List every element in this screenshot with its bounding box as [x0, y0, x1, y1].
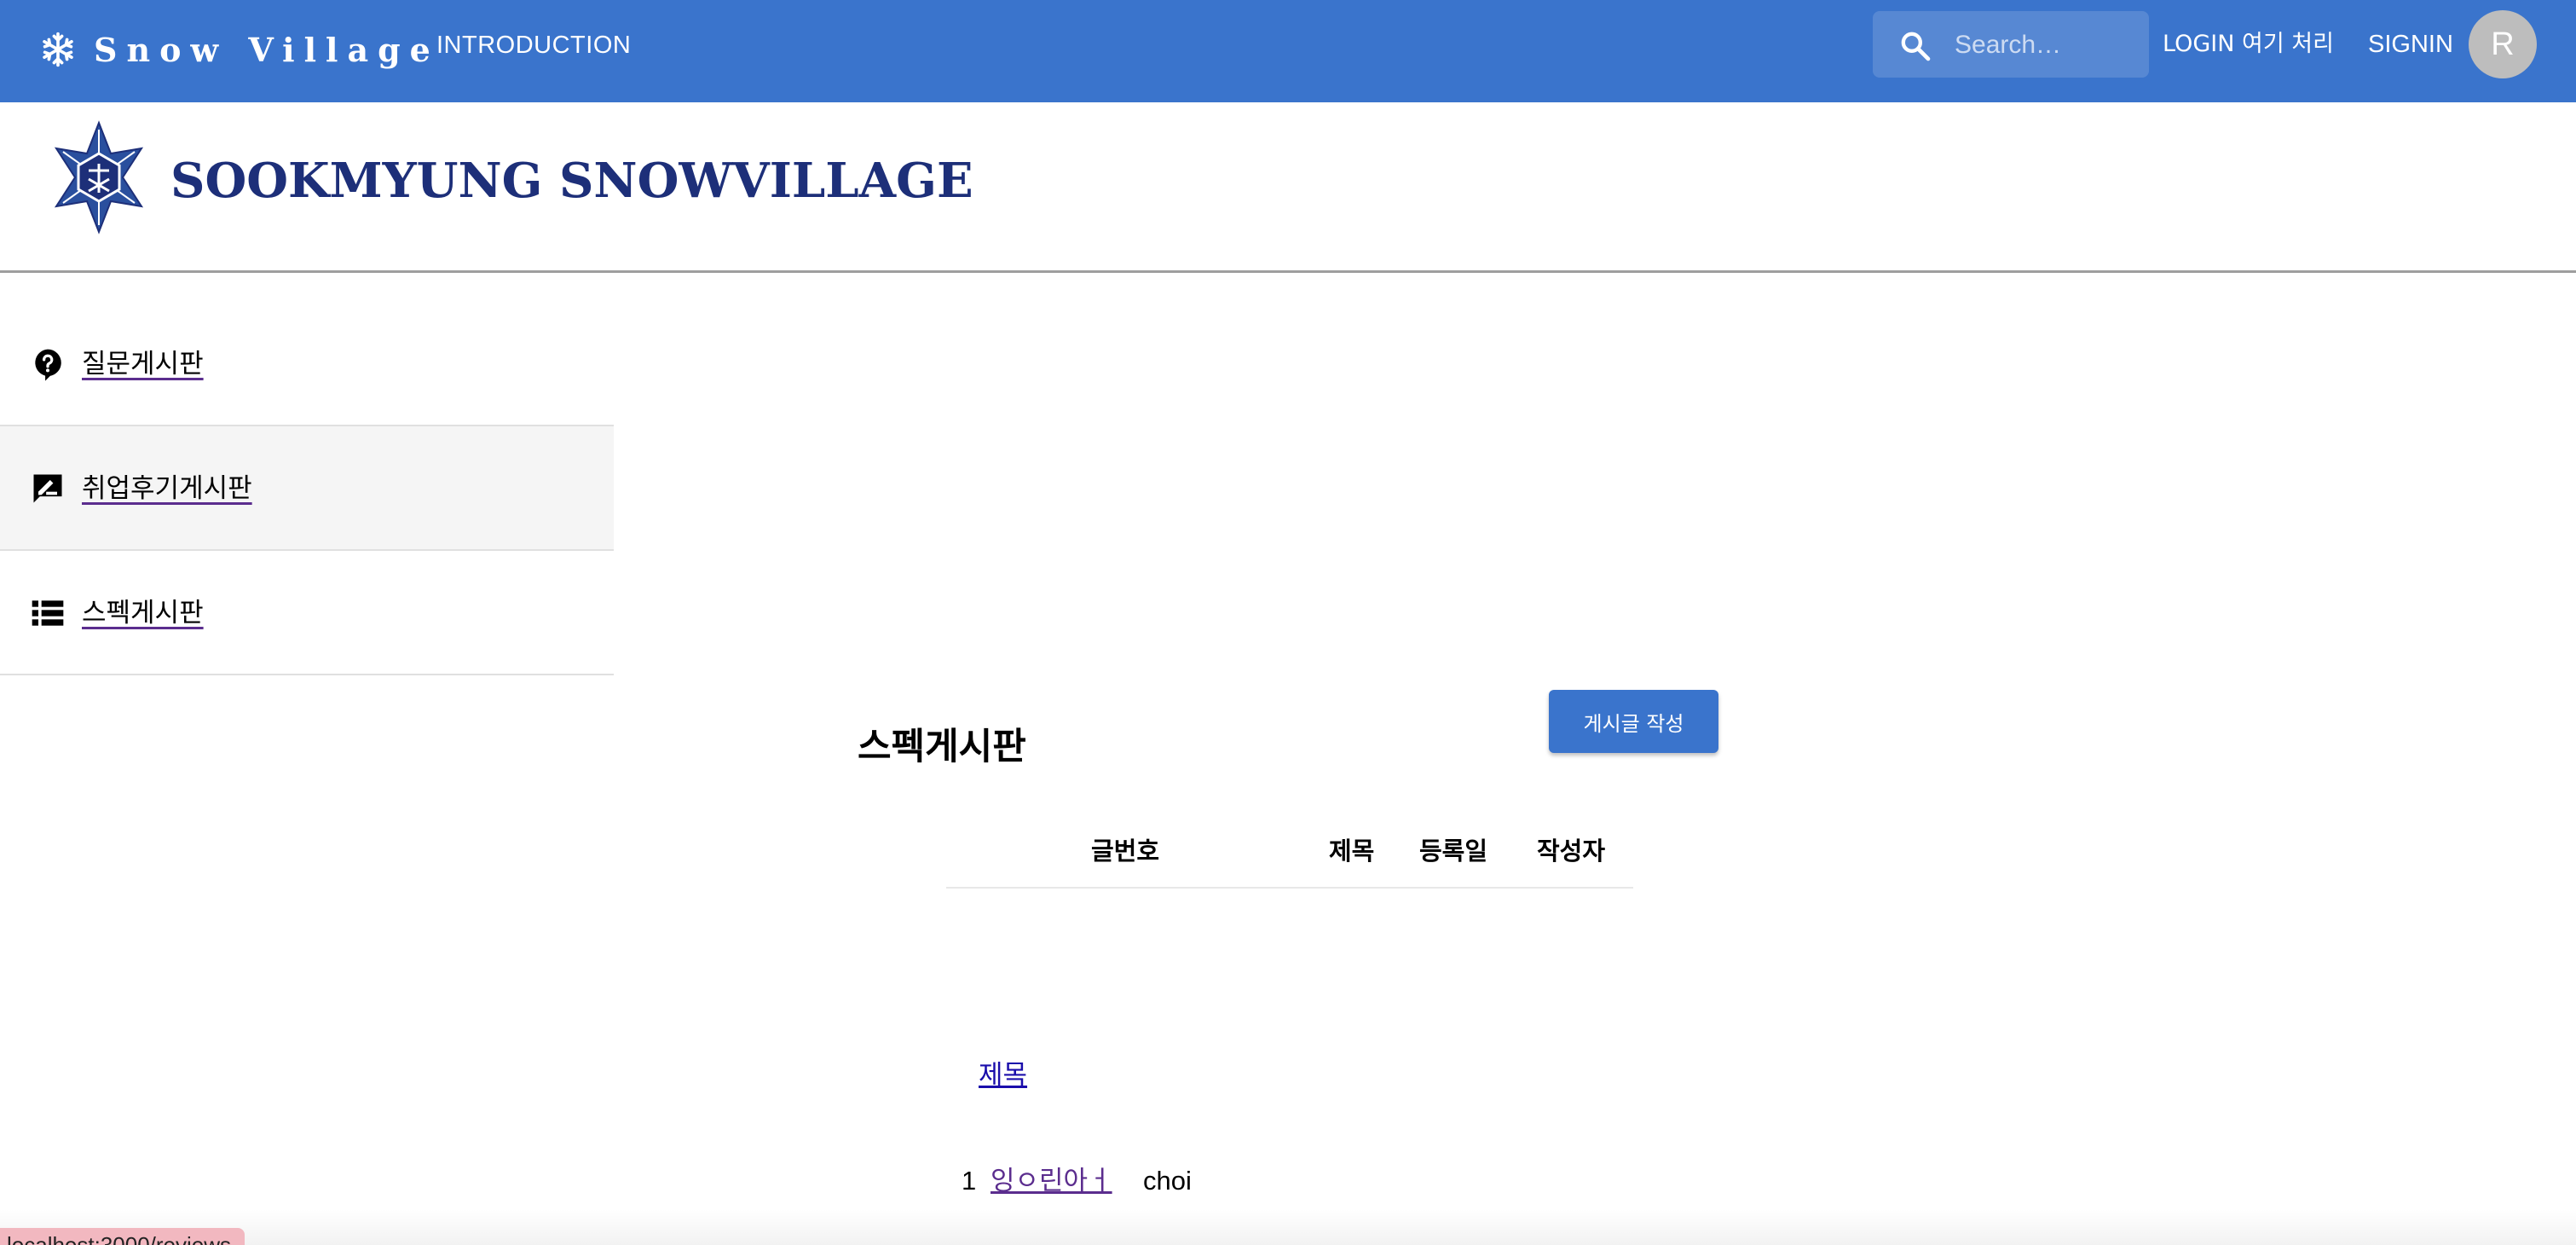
list-icon [32, 600, 64, 626]
search-input[interactable] [1955, 21, 2134, 69]
search-icon [1901, 32, 1931, 61]
post-number: 1 [962, 1166, 977, 1196]
sidebar-item-spec-board[interactable]: 스펙게시판 [0, 551, 614, 675]
post-title-link[interactable]: 잉ㅇ린아ㅓ [991, 1161, 1112, 1202]
banner-title: SOOKMYUNG SNOWVILLAGE [170, 153, 973, 209]
sidebar-item-label: 질문게시판 [82, 349, 204, 379]
help-bubble-icon [35, 349, 61, 381]
signin-button[interactable]: SIGNIN [2368, 27, 2453, 61]
app-bar: Snow Village INTRODUCTION LOGIN 여기 처리 SI… [0, 0, 2576, 102]
status-bar-url: localhost:3000/reviews [0, 1228, 245, 1245]
title-link[interactable]: 제목 [979, 1056, 1027, 1095]
sidebar-item-label: 취업후기게시판 [82, 473, 252, 504]
board-title: 스펙게시판 [858, 726, 1026, 768]
column-header-number: 글번호 [1091, 837, 1160, 866]
rate-review-icon [33, 474, 62, 503]
bottom-shade [0, 1209, 2576, 1245]
column-header-author: 작성자 [1537, 837, 1606, 866]
sidebar-item-label: 스펙게시판 [82, 598, 204, 628]
brand[interactable]: Snow Village [39, 22, 440, 77]
search-box[interactable] [1873, 11, 2149, 78]
column-header-date: 등록일 [1419, 837, 1488, 866]
snowflake-icon [43, 32, 73, 67]
site-banner: SOOKMYUNG SNOWVILLAGE [0, 102, 2576, 273]
post-author: choi [1143, 1166, 1192, 1196]
avatar[interactable]: R [2469, 10, 2537, 78]
login-button[interactable]: LOGIN 여기 처리 [2163, 27, 2334, 61]
sidebar-item-question-board[interactable]: 질문게시판 [0, 302, 614, 426]
nav-introduction[interactable]: INTRODUCTION [436, 28, 631, 62]
brand-name: Snow Village [94, 30, 440, 69]
snowflake-emblem-logo [54, 120, 144, 235]
write-post-button[interactable]: 게시글 작성 [1549, 690, 1718, 753]
table-header: 글번호 제목 등록일 작성자 [946, 825, 1633, 889]
sidebar: 질문게시판 취업후기게시판 스펙게시판 [0, 302, 614, 675]
column-header-title: 제목 [1329, 837, 1375, 866]
sidebar-item-review-board[interactable]: 취업후기게시판 [0, 426, 614, 551]
